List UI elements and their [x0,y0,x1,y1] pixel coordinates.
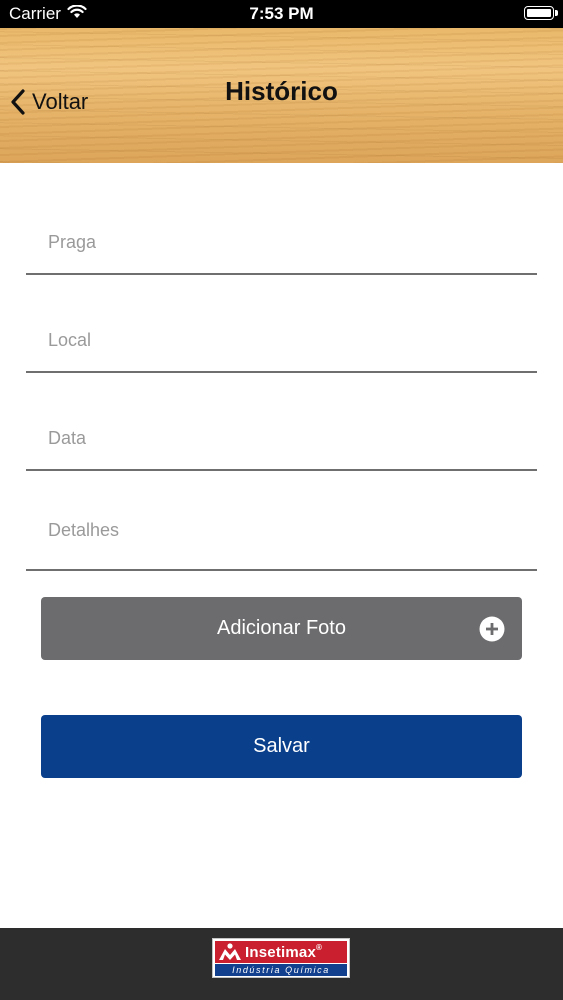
add-photo-label: Adicionar Foto [217,617,346,639]
local-input[interactable] [26,310,537,371]
logo-registered-mark: ® [316,943,323,952]
save-label: Salvar [253,735,310,757]
logo-tagline: Indústria Química [215,964,347,976]
footer: Insetimax ® Indústria Química [0,928,563,1000]
screen: Carrier 7:53 PM Voltar Histórico Praga L… [0,0,563,1000]
insetimax-logo: Insetimax ® Indústria Química [212,938,350,978]
save-button[interactable]: Salvar [41,715,522,778]
plus-circle-icon [479,616,505,642]
add-photo-button[interactable]: Adicionar Foto [41,597,522,660]
praga-field [26,212,537,275]
status-bar: Carrier 7:53 PM [0,0,563,28]
data-field [26,408,537,471]
logo-mark-icon [215,941,245,963]
praga-input[interactable] [26,212,537,273]
detalhes-input[interactable] [26,492,537,569]
detalhes-field [26,492,537,571]
local-field [26,310,537,373]
battery-icon [524,6,558,20]
logo-top-band: Insetimax ® [215,941,347,963]
navigation-bar: Voltar Histórico [0,28,563,163]
status-time: 7:53 PM [249,4,314,23]
logo-brand: Insetimax [245,943,316,961]
data-input[interactable] [26,408,537,469]
page-title: Histórico [225,76,338,106]
battery-fill [527,9,551,17]
